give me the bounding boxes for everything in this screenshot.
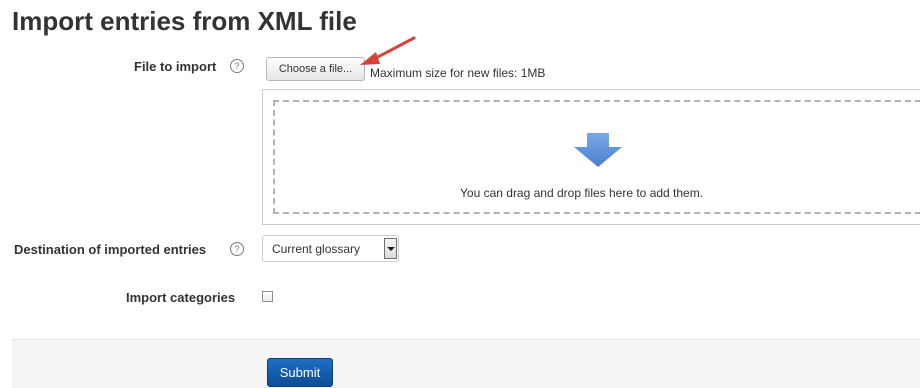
destination-selected-value: Current glossary: [272, 242, 361, 256]
file-to-import-help-icon[interactable]: ?: [230, 59, 244, 73]
import-categories-checkbox[interactable]: [262, 291, 273, 302]
dropzone-text: You can drag and drop files here to add …: [460, 186, 704, 200]
destination-help-icon[interactable]: ?: [230, 242, 244, 256]
destination-label: Destination of imported entries: [14, 242, 207, 257]
destination-select[interactable]: Current glossary: [262, 235, 399, 262]
red-arrow-shaft: [370, 36, 416, 62]
submit-button[interactable]: Submit: [267, 358, 333, 387]
max-size-text: Maximum size for new files: 1MB: [370, 66, 546, 80]
page-title: Import entries from XML file: [12, 6, 357, 36]
chevron-down-icon[interactable]: [384, 238, 397, 259]
form-actions-band: [12, 339, 920, 388]
import-categories-label: Import categories: [126, 290, 236, 305]
red-arrow-icon: [360, 36, 416, 65]
down-arrow-icon: [574, 133, 622, 167]
file-to-import-label: File to import: [134, 59, 217, 74]
red-arrow-head: [360, 52, 380, 65]
